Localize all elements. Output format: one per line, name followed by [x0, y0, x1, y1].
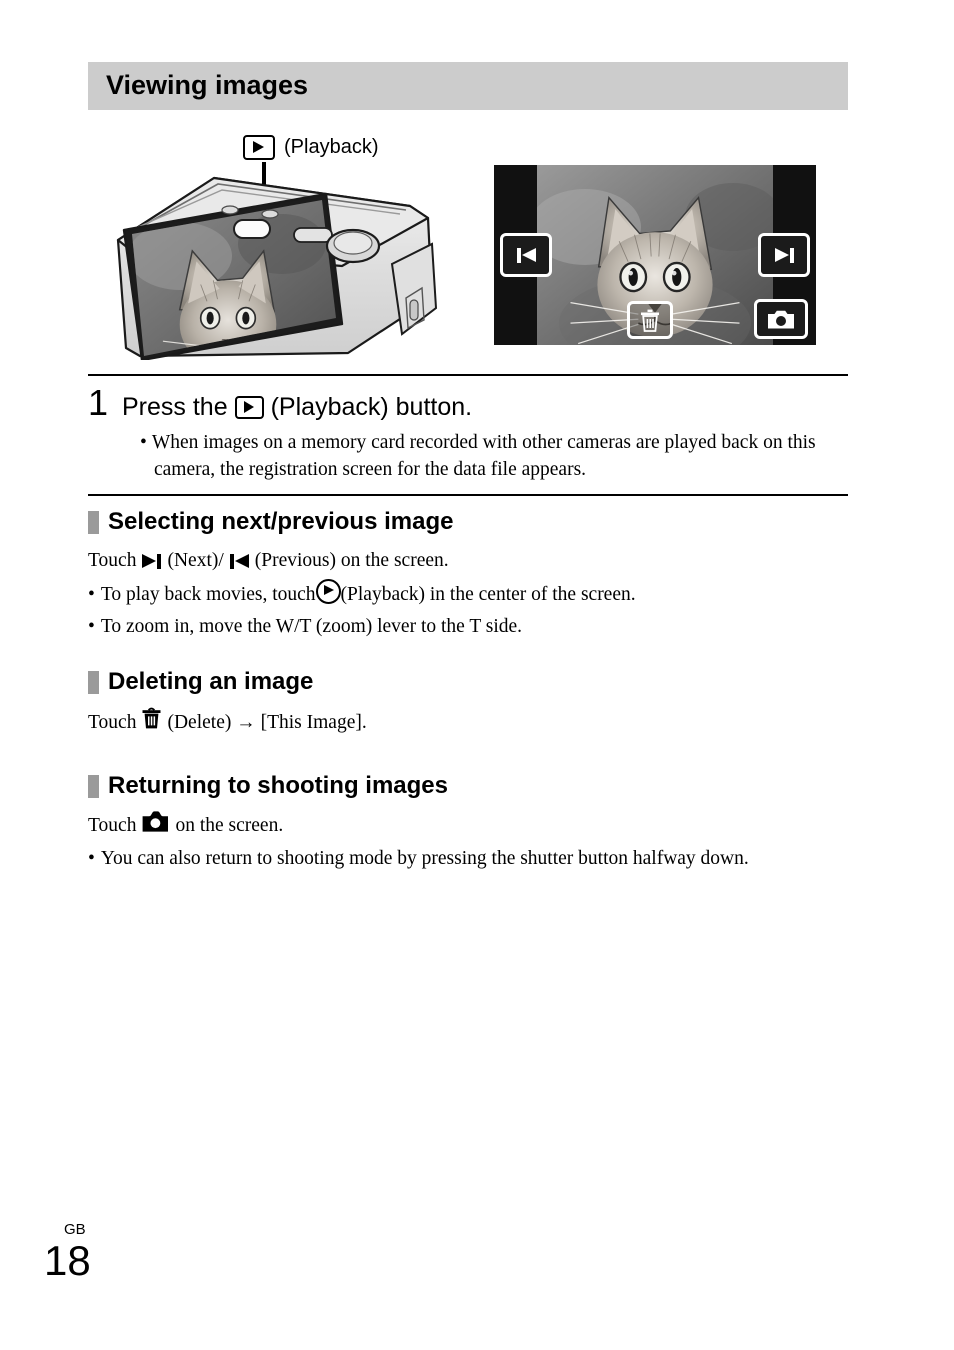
- section-heading: Returning to shooting images: [88, 772, 848, 800]
- screen-previous-button[interactable]: [500, 233, 552, 277]
- bullet-dot: •: [88, 615, 95, 637]
- next-label: (Next)/: [167, 550, 224, 571]
- delete-label: (Delete) → [This Image].: [167, 711, 367, 733]
- section-heading-label: Returning to shooting images: [108, 772, 448, 799]
- bullet-text-before: To play back movies, touch: [100, 584, 316, 606]
- shooting-label: on the screen.: [175, 815, 284, 836]
- section-marker-icon: [88, 510, 99, 534]
- screen-delete-button[interactable]: [627, 301, 673, 339]
- page-title: Viewing images: [106, 69, 309, 100]
- region-label: GB: [64, 1221, 86, 1238]
- step-bottom-rule: [88, 493, 848, 496]
- section-marker-icon: [88, 774, 99, 798]
- section-heading: Selecting next/previous image: [88, 508, 848, 536]
- list-item: • You can also return to shooting mode by…: [88, 845, 848, 873]
- bullet-dot: •: [140, 431, 147, 453]
- section-bullet-list: • To play back movies, touch (Playback) in…: [88, 579, 848, 641]
- section-selecting-next-previous: Selecting next/previous image Touch (Nex…: [88, 508, 848, 641]
- step-bullet-text: When images on a memory card recorded wi…: [151, 431, 816, 481]
- playback-circle-icon: [315, 579, 341, 605]
- camera-icon: [768, 310, 794, 328]
- section-heading-label: Selecting next/previous image: [108, 508, 454, 535]
- section-heading: Deleting an image: [88, 668, 848, 696]
- screen-next-button[interactable]: [758, 233, 810, 277]
- next-icon: [774, 247, 794, 263]
- playback-button-icon: [234, 396, 264, 420]
- trash-icon: [142, 707, 161, 738]
- page-header-bar: Viewing images: [88, 62, 848, 110]
- touch-word: Touch: [88, 711, 137, 733]
- bullet-text-after: (Playback) in the center of the screen.: [340, 584, 636, 606]
- list-item: • To zoom in, move the W/T (zoom) lever t…: [88, 613, 848, 641]
- section-marker-icon: [88, 670, 99, 694]
- next-icon: [142, 553, 162, 569]
- step-bullet: • When images on a memory card recorded w…: [140, 429, 848, 484]
- page-number: 18: [44, 1237, 91, 1284]
- previous-label: (Previous) on the screen.: [254, 550, 449, 571]
- step-block: 1 Press the (Playback) button. • When ima…: [88, 374, 848, 496]
- list-item: • To play back movies, touch (Playback) in…: [88, 579, 848, 609]
- camera-illustration: [110, 148, 450, 360]
- section-lead-line: Touch (Next)/ (Previous) on the screen.: [88, 547, 848, 575]
- section-heading-label: Deleting an image: [108, 668, 314, 695]
- step-heading: 1 Press the (Playback) button.: [88, 385, 848, 422]
- playback-screen-illustration: [494, 165, 816, 345]
- trash-icon: [641, 309, 659, 332]
- bullet-dot: •: [88, 848, 95, 870]
- manual-page: Viewing images (Playback) 1 Press the (P…: [0, 0, 954, 1350]
- step-number: 1: [88, 382, 109, 423]
- previous-icon: [229, 553, 249, 569]
- step-title-before: Press the: [122, 393, 228, 421]
- figure-area: (Playback): [88, 120, 848, 365]
- section-bullet-list: • You can also return to shooting mode by…: [88, 845, 848, 873]
- touch-word: Touch: [88, 550, 137, 571]
- touch-word: Touch: [88, 815, 137, 836]
- section-lead-line: Touch (Delete) → [This Image].: [88, 707, 848, 738]
- bullet-text-before: To zoom in, move the W/T (zoom) lever to…: [100, 615, 523, 637]
- step-title-after: (Playback) button.: [270, 393, 473, 421]
- section-deleting-an-image: Deleting an image Touch (Delete) → [This…: [88, 668, 848, 738]
- bullet-dot: •: [88, 584, 95, 606]
- section-returning-to-shooting: Returning to shooting images Touch on th…: [88, 772, 848, 874]
- bullet-text-before: You can also return to shooting mode by …: [100, 848, 749, 870]
- screen-shooting-button[interactable]: [754, 299, 808, 339]
- section-lead-line: Touch on the screen.: [88, 811, 848, 841]
- previous-icon: [516, 247, 536, 263]
- page-footer: GB 18: [44, 1222, 91, 1283]
- camera-icon: [142, 811, 169, 841]
